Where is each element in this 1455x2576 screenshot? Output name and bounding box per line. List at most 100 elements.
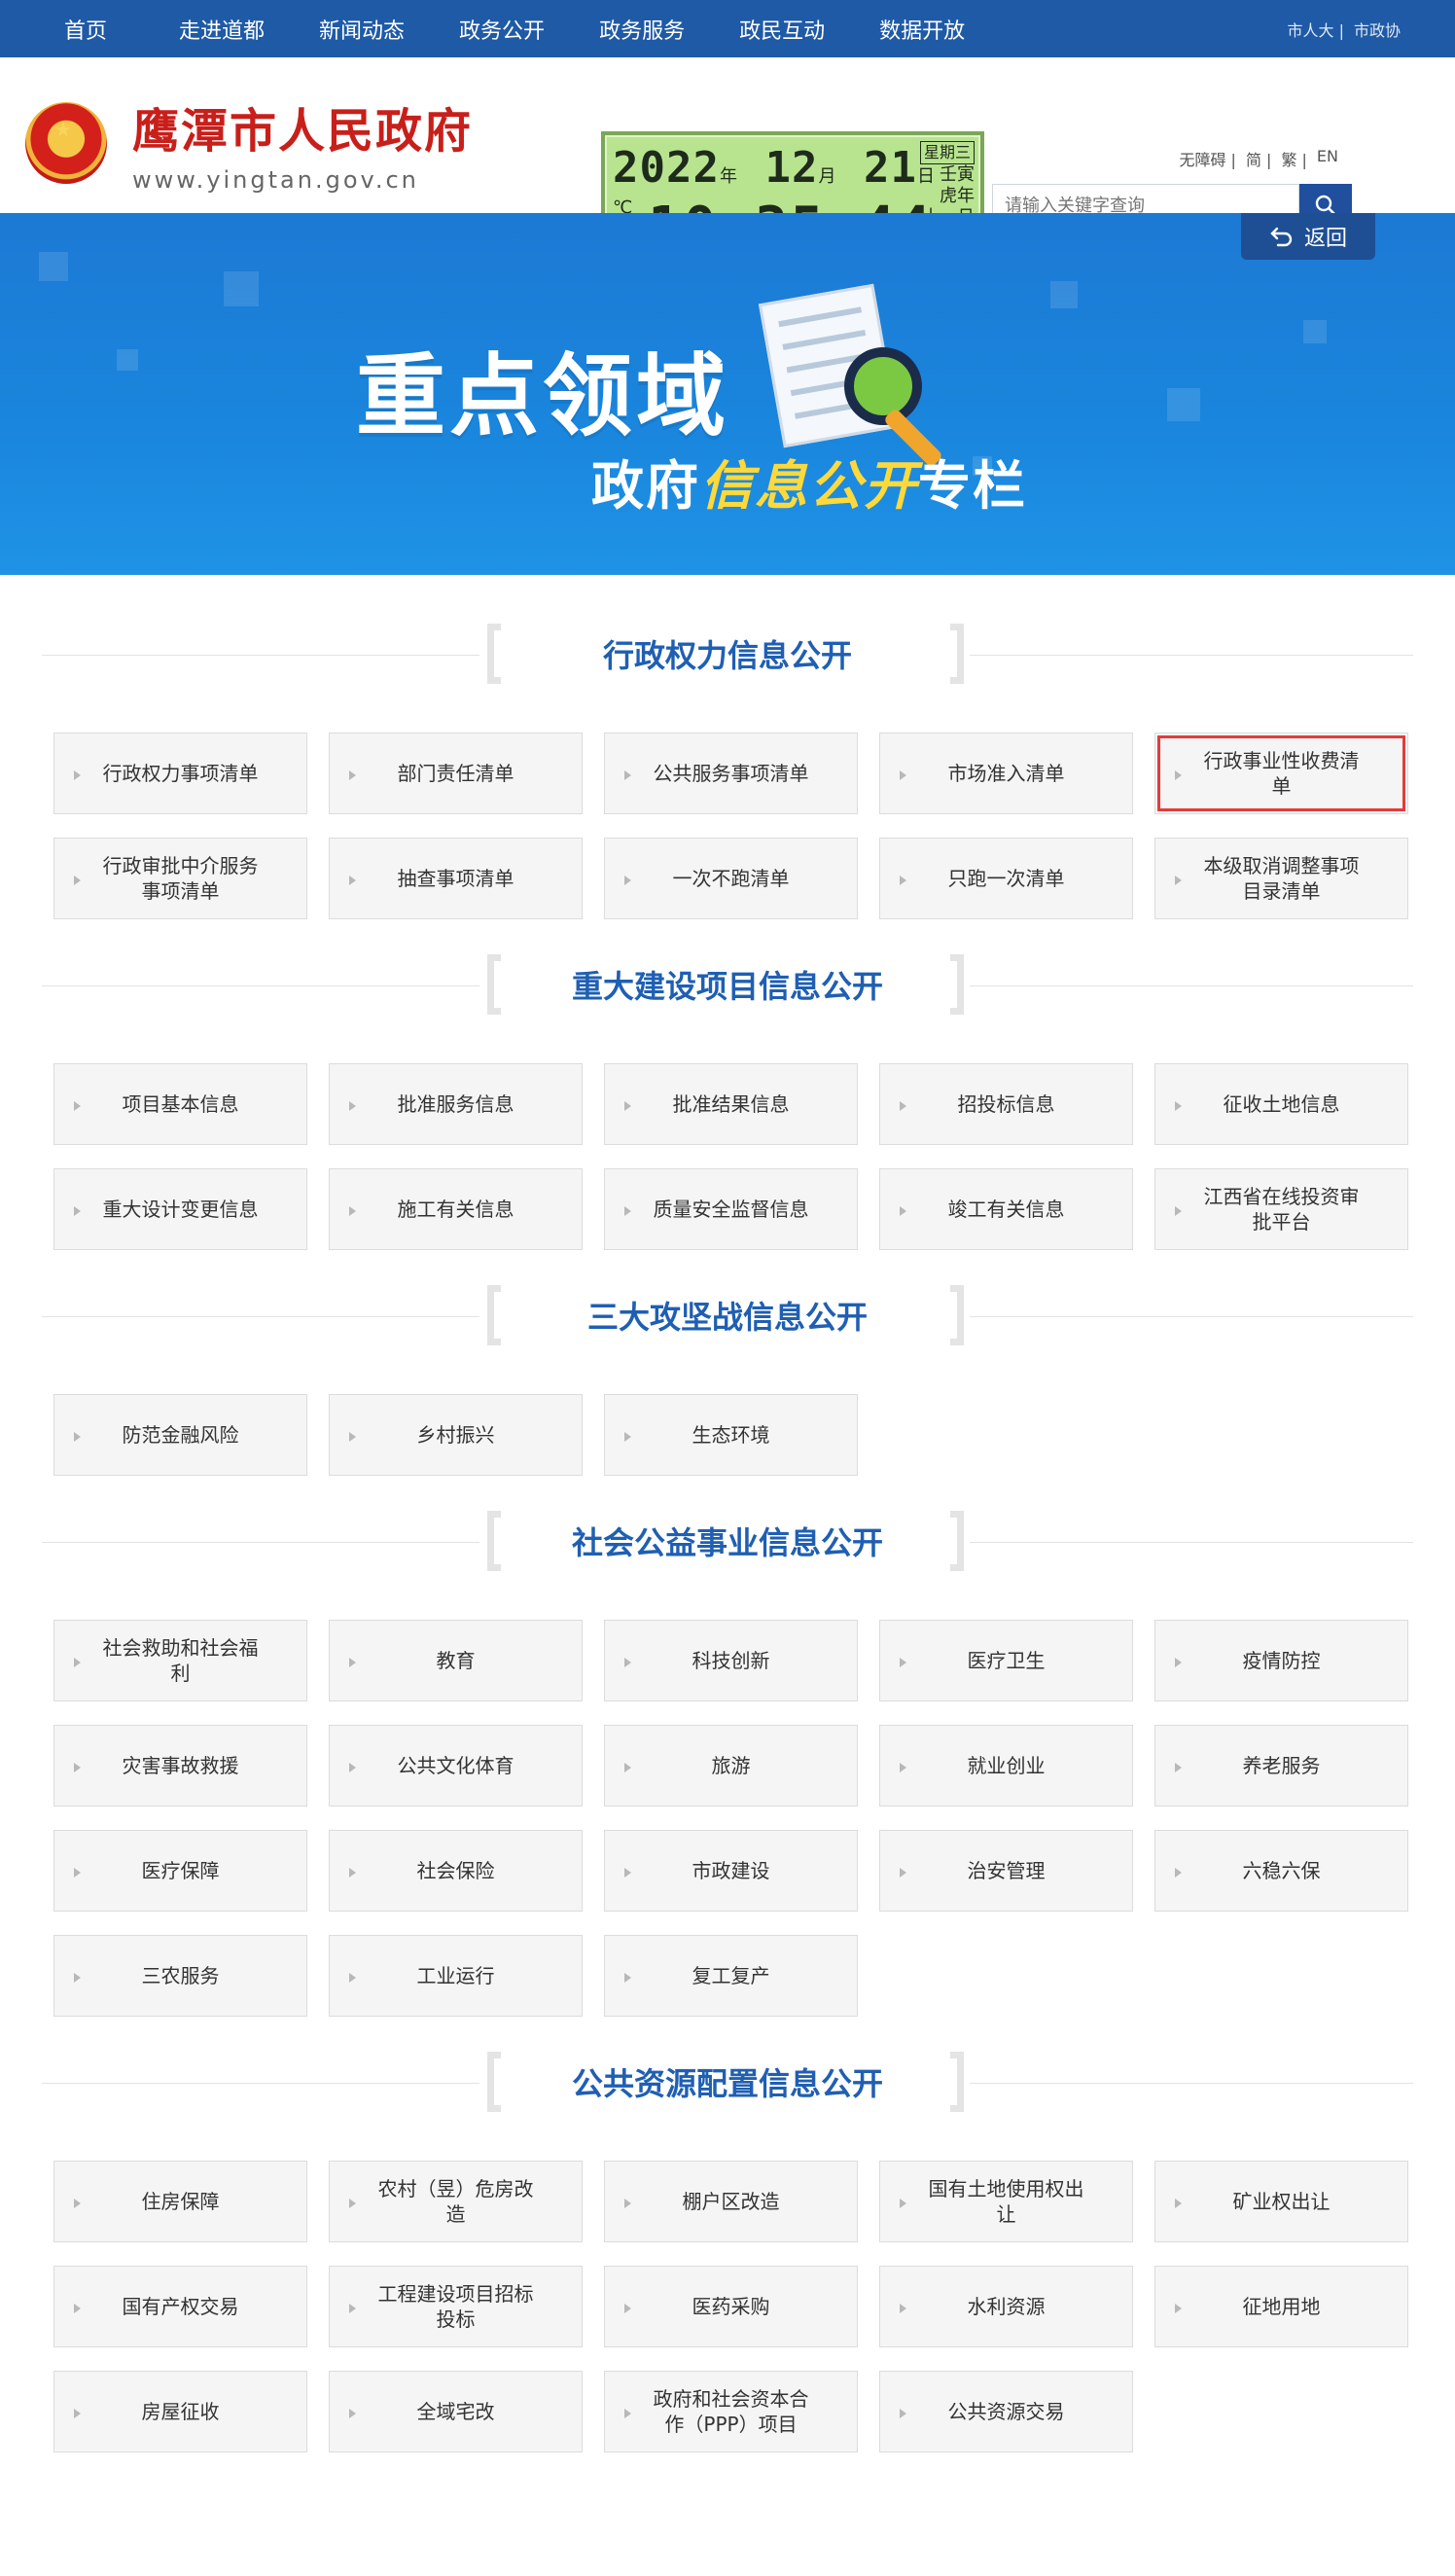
category-card[interactable]: 教育 — [329, 1620, 583, 1701]
category-card[interactable]: 疫情防控 — [1154, 1620, 1408, 1701]
category-card-label: 就业创业 — [967, 1754, 1046, 1777]
nav-item-0[interactable]: 首页 — [64, 14, 107, 45]
category-card[interactable]: 水利资源 — [879, 2266, 1133, 2347]
category-card[interactable]: 全域宅改 — [329, 2371, 583, 2452]
bullet-arrow-icon — [349, 2199, 356, 2208]
category-card-label: 养老服务 — [1242, 1754, 1321, 1777]
utility-link-2[interactable]: 繁 | — [1281, 147, 1306, 170]
category-card[interactable]: 抽查事项清单 — [329, 838, 583, 919]
category-card[interactable]: 医药采购 — [604, 2266, 858, 2347]
back-button[interactable]: 返回 — [1241, 213, 1375, 260]
category-card[interactable]: 政府和社会资本合作（PPP）项目 — [604, 2371, 858, 2452]
category-card[interactable]: 矿业权出让 — [1154, 2161, 1408, 2242]
category-card[interactable]: 农村（昱）危房改造 — [329, 2161, 583, 2242]
section-grid: 住房保障 农村（昱）危房改造 棚户区改造 国有土地使用权出让 矿业权出让国有产权交易 工程… — [42, 2161, 1413, 2452]
clock-day: 21 — [863, 143, 917, 193]
category-card[interactable]: 住房保障 — [53, 2161, 307, 2242]
category-card[interactable]: 复工复产 — [604, 1935, 858, 2017]
category-card[interactable]: 市场准入清单 — [879, 733, 1133, 814]
category-card[interactable]: 生态环境 — [604, 1394, 858, 1476]
category-card-label: 防范金融风险 — [122, 1423, 239, 1447]
category-card[interactable]: 一次不跑清单 — [604, 838, 858, 919]
category-card[interactable]: 治安管理 — [879, 1830, 1133, 1912]
bullet-arrow-icon — [74, 1658, 81, 1667]
category-card[interactable]: 医疗卫生 — [879, 1620, 1133, 1701]
category-card[interactable]: 公共服务事项清单 — [604, 733, 858, 814]
divider-line — [42, 985, 479, 986]
main-content: 行政权力信息公开 行政权力事项清单 部门责任清单 公共服务事项清单 市场准入清单 行政事业… — [42, 575, 1413, 2452]
category-card-label: 公共文化体育 — [397, 1754, 515, 1777]
category-card[interactable]: 征收土地信息 — [1154, 1063, 1408, 1145]
category-card[interactable]: 国有土地使用权出让 — [879, 2161, 1133, 2242]
divider-line — [42, 655, 479, 656]
category-card[interactable]: 工业运行 — [329, 1935, 583, 2017]
nav-item-1[interactable]: 走进道都 — [179, 14, 265, 45]
site-logo[interactable]: ★ 鹰潭市人民政府 www.yingtan.gov.cn — [25, 92, 473, 194]
category-card[interactable]: 房屋征收 — [53, 2371, 307, 2452]
category-card[interactable]: 防范金融风险 — [53, 1394, 307, 1476]
nav-right-link-1[interactable]: 市政协 — [1354, 18, 1401, 41]
nav-item-6[interactable]: 数据开放 — [879, 14, 965, 45]
category-card[interactable]: 就业创业 — [879, 1725, 1133, 1807]
category-card[interactable]: 项目基本信息 — [53, 1063, 307, 1145]
nav-item-2[interactable]: 新闻动态 — [319, 14, 405, 45]
category-card[interactable]: 六稳六保 — [1154, 1830, 1408, 1912]
info-section: 社会公益事业信息公开社会救助和社会福利 教育 科技创新 医疗卫生 疫情防控灾害事故救援 公… — [42, 1511, 1413, 2017]
utility-link-0[interactable]: 无障碍 | — [1179, 147, 1235, 170]
utility-link-3[interactable]: EN — [1317, 147, 1338, 170]
category-card[interactable]: 竣工有关信息 — [879, 1168, 1133, 1250]
category-card[interactable]: 社会救助和社会福利 — [53, 1620, 307, 1701]
category-card[interactable]: 招投标信息 — [879, 1063, 1133, 1145]
category-card[interactable]: 社会保险 — [329, 1830, 583, 1912]
clock-year-unit: 年 — [719, 166, 738, 187]
nav-right-link-0[interactable]: 市人大 | — [1288, 18, 1344, 41]
category-card[interactable]: 公共资源交易 — [879, 2371, 1133, 2452]
category-card[interactable]: 灾害事故救援 — [53, 1725, 307, 1807]
category-card[interactable]: 批准服务信息 — [329, 1063, 583, 1145]
category-card-label: 抽查事项清单 — [397, 867, 515, 890]
nav-item-4[interactable]: 政务服务 — [599, 14, 685, 45]
category-card[interactable]: 行政审批中介服务事项清单 — [53, 838, 307, 919]
category-card[interactable]: 养老服务 — [1154, 1725, 1408, 1807]
category-card[interactable]: 只跑一次清单 — [879, 838, 1133, 919]
bracket-right — [950, 1511, 964, 1571]
category-card[interactable]: 行政权力事项清单 — [53, 733, 307, 814]
section-title: 社会公益事业信息公开 — [571, 1524, 883, 1561]
clock-month-unit: 月 — [818, 166, 837, 187]
category-card[interactable]: 三农服务 — [53, 1935, 307, 2017]
category-card[interactable]: 批准结果信息 — [604, 1063, 858, 1145]
category-card[interactable]: 乡村振兴 — [329, 1394, 583, 1476]
bracket-right — [950, 1285, 964, 1345]
category-card[interactable]: 行政事业性收费清单 — [1154, 733, 1408, 814]
site-title: 鹰潭市人民政府 — [132, 104, 474, 159]
category-card[interactable]: 征地用地 — [1154, 2266, 1408, 2347]
category-card[interactable]: 国有产权交易 — [53, 2266, 307, 2347]
category-card[interactable]: 质量安全监督信息 — [604, 1168, 858, 1250]
category-card[interactable]: 施工有关信息 — [329, 1168, 583, 1250]
category-card-label: 部门责任清单 — [397, 762, 515, 785]
nav-item-5[interactable]: 政民互动 — [739, 14, 825, 45]
category-card[interactable]: 工程建设项目招标投标 — [329, 2266, 583, 2347]
utility-links: 无障碍 | 简 | 繁 | EN — [1169, 147, 1338, 170]
utility-link-1[interactable]: 简 | — [1246, 147, 1271, 170]
category-card[interactable]: 重大设计变更信息 — [53, 1168, 307, 1250]
category-card[interactable]: 市政建设 — [604, 1830, 858, 1912]
national-emblem-icon: ★ — [25, 102, 107, 184]
category-card[interactable]: 医疗保障 — [53, 1830, 307, 1912]
category-card[interactable]: 科技创新 — [604, 1620, 858, 1701]
category-card-label: 行政事业性收费清单 — [1203, 749, 1360, 798]
nav-item-3[interactable]: 政务公开 — [459, 14, 545, 45]
category-card[interactable]: 公共文化体育 — [329, 1725, 583, 1807]
info-section: 重大建设项目信息公开 项目基本信息 批准服务信息 批准结果信息 招投标信息 征收土地信息重… — [42, 954, 1413, 1250]
category-card[interactable]: 棚户区改造 — [604, 2161, 858, 2242]
divider-line — [970, 1542, 1413, 1543]
category-card[interactable]: 旅游 — [604, 1725, 858, 1807]
category-card[interactable]: 江西省在线投资审批平台 — [1154, 1168, 1408, 1250]
bullet-arrow-icon — [900, 770, 906, 780]
category-card[interactable]: 本级取消调整事项目录清单 — [1154, 838, 1408, 919]
category-card[interactable]: 部门责任清单 — [329, 733, 583, 814]
category-card-label: 重大设计变更信息 — [102, 1198, 259, 1221]
bullet-arrow-icon — [624, 1206, 631, 1216]
category-card-label: 国有土地使用权出让 — [928, 2177, 1084, 2226]
category-card-label: 治安管理 — [967, 1859, 1046, 1882]
